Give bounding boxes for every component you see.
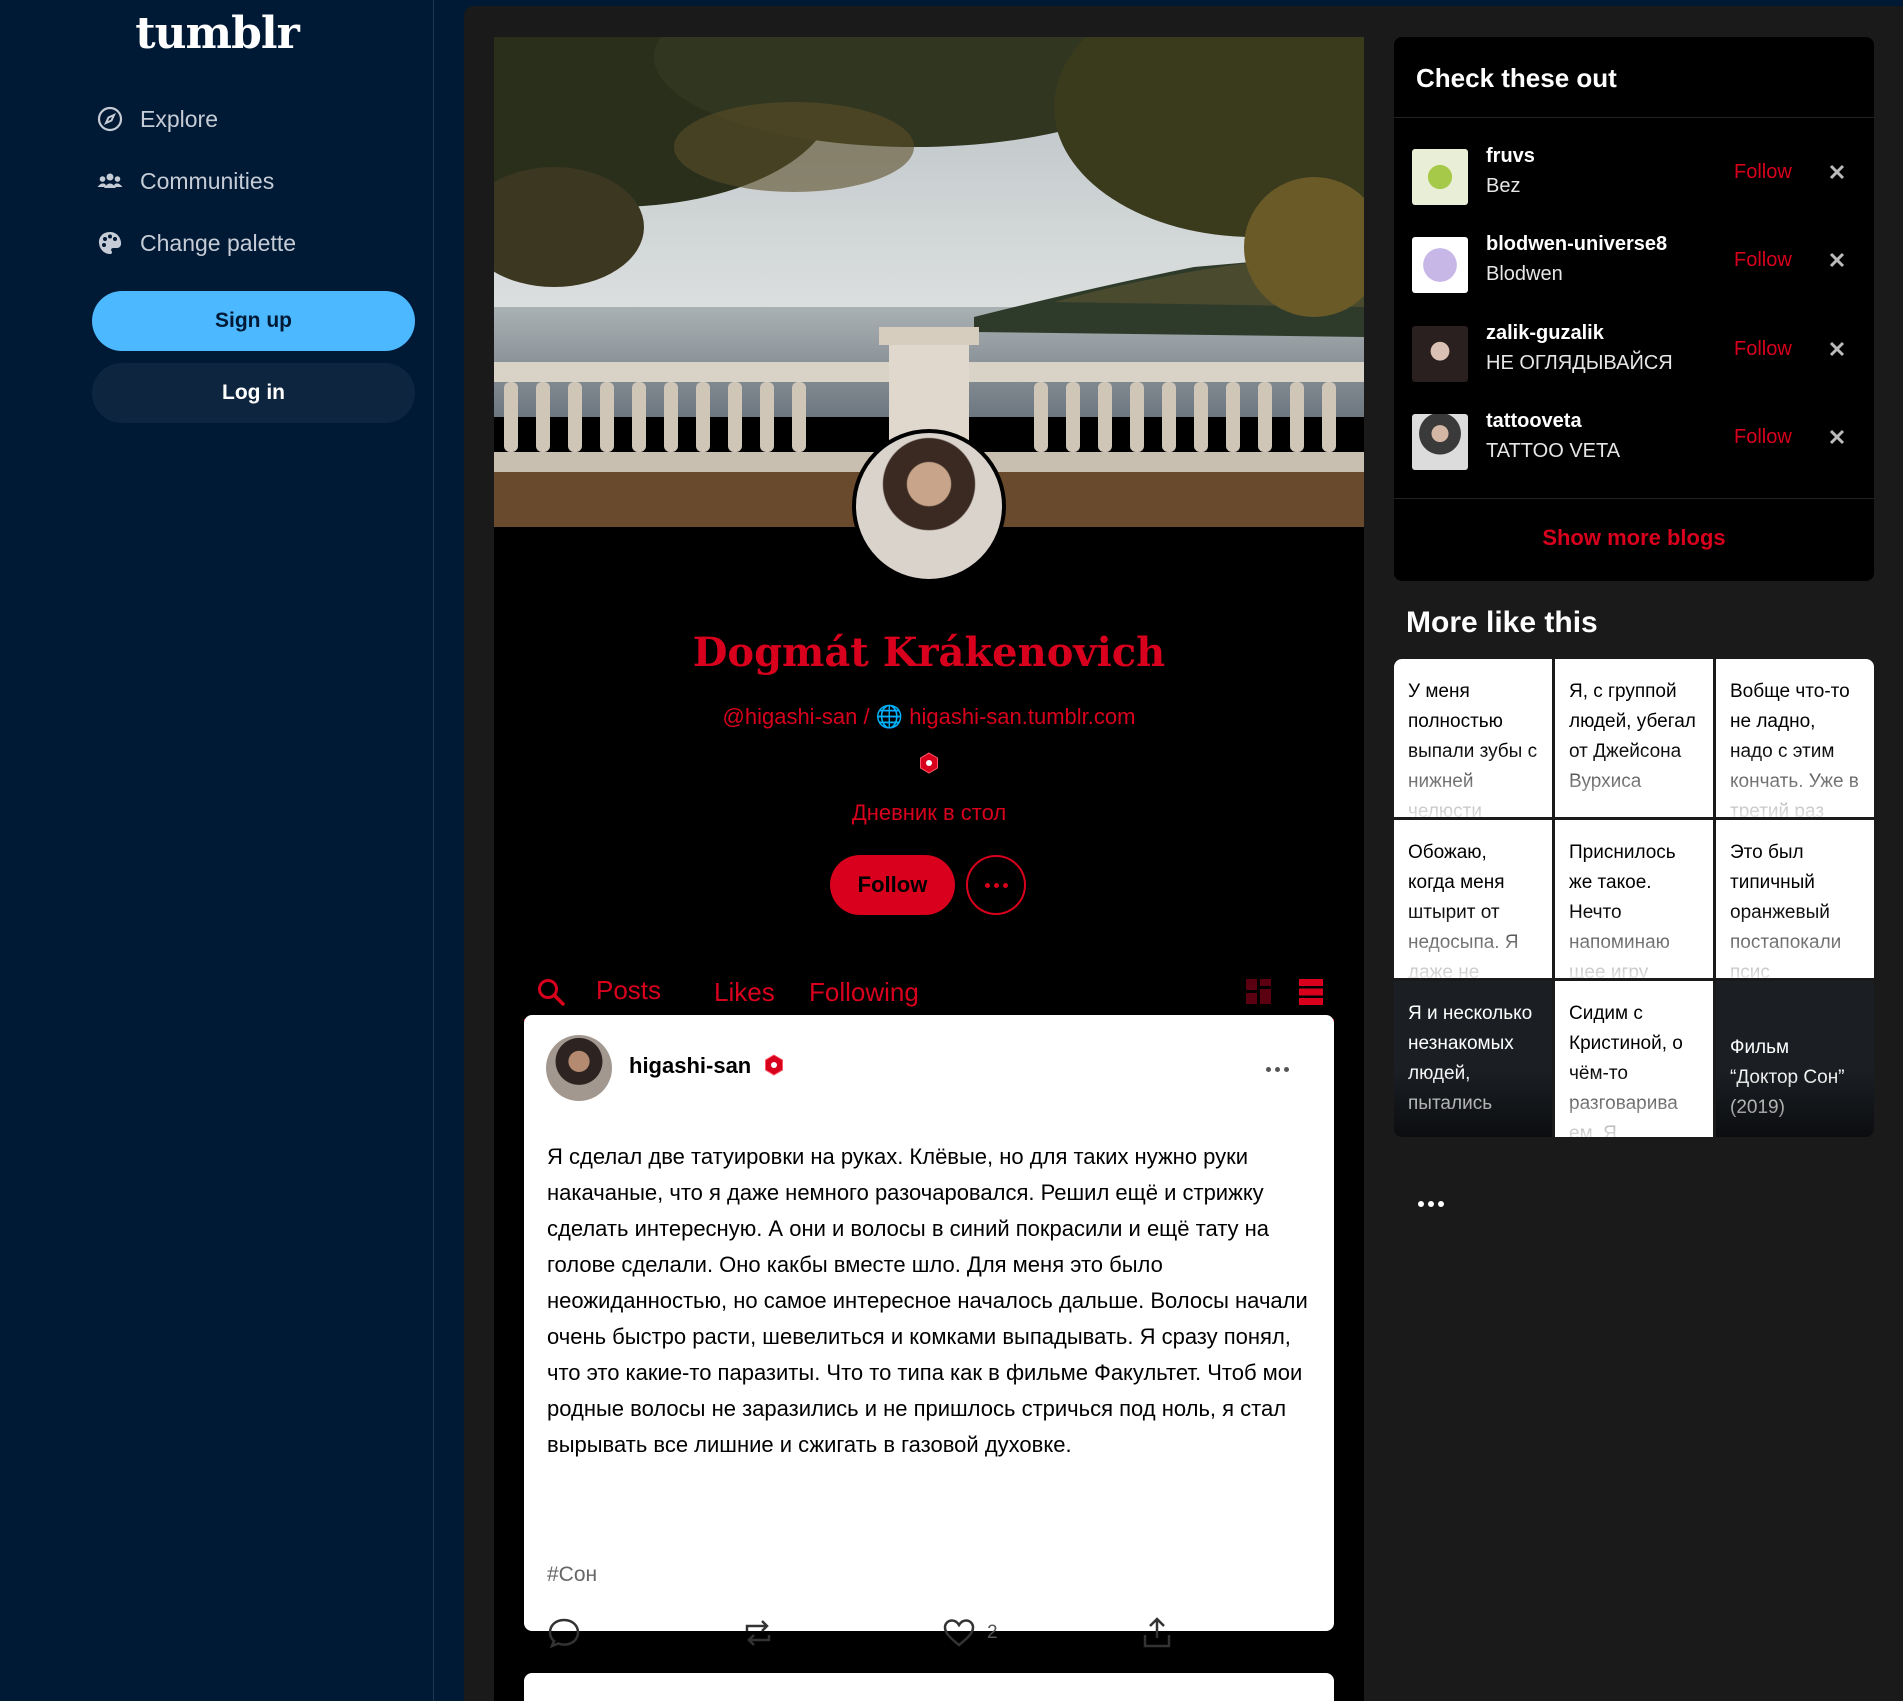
tab-following[interactable]: Following — [809, 965, 919, 1019]
blog-url-link[interactable]: higashi-san.tumblr.com — [909, 704, 1135, 729]
blog-tabs: Posts Likes Following — [524, 965, 1334, 1021]
more-like-this-title: More like this — [1406, 606, 1598, 639]
close-icon[interactable] — [1828, 340, 1846, 358]
follow-recommended-button[interactable]: Follow — [1734, 161, 1792, 184]
close-icon[interactable] — [1828, 251, 1846, 269]
comment-icon — [548, 1618, 580, 1649]
recommended-blog-name[interactable]: blodwen-universe8 — [1486, 233, 1667, 256]
post-card: higashi-san Я сделал две татуировки на р… — [524, 1015, 1334, 1649]
recommended-post-tile[interactable]: Обожаю, когда меня штырит от недосыпа. Я… — [1394, 820, 1552, 978]
tile-text: Это был типичный оранжевый постапокали п… — [1730, 842, 1842, 978]
recommended-post-tile[interactable]: Сидим с Кристиной, о чём-то разговарива … — [1555, 981, 1713, 1137]
tile-text: Приснилось же такое. Нечто напоминаю щее… — [1569, 842, 1676, 978]
blog-description: Дневник в стол — [851, 800, 1007, 825]
tile-text: Я, с группой людей, убегал от Джейсона В… — [1569, 681, 1696, 792]
sidebar-item-explore[interactable]: Explore — [96, 101, 218, 137]
share-icon — [1143, 1617, 1171, 1648]
recommended-blog-row[interactable]: tattooveta TATTOO VETA Follow — [1394, 408, 1874, 492]
sidebar: tumblr Explore Communities Change palett… — [0, 0, 434, 1701]
recommended-blog-avatar[interactable] — [1412, 149, 1468, 205]
close-icon[interactable] — [1828, 163, 1846, 181]
search-icon[interactable] — [536, 977, 566, 1007]
like-button[interactable]: 2 — [941, 1615, 998, 1651]
heart-icon — [943, 1619, 975, 1647]
recommended-blog-row[interactable]: zalik-guzalik НЕ ОГЛЯДЫВАЙСЯ Follow — [1394, 320, 1874, 404]
post-body-text: Я сделал две татуировки на руках. Клёвые… — [547, 1144, 1308, 1457]
recommended-blog-avatar[interactable] — [1412, 414, 1468, 470]
close-icon[interactable] — [1828, 428, 1846, 446]
divider — [1394, 498, 1874, 499]
sidebar-item-label: Change palette — [140, 229, 297, 256]
post-tag[interactable]: #Сон — [547, 1563, 597, 1587]
blog-view: Dogmát Krákenovich @higashi-san / 🌐 higa… — [494, 37, 1364, 1701]
tile-text: У меня полностью выпали зубы с нижней че… — [1408, 681, 1538, 817]
post-author-name[interactable]: higashi-san — [629, 1053, 751, 1079]
follow-recommended-button[interactable]: Follow — [1734, 338, 1792, 361]
recommended-post-tile[interactable]: Я, с группой людей, убегал от Джейсона В… — [1555, 659, 1713, 817]
url-separator: / — [857, 704, 876, 729]
tile-text: Фильм “Доктор Сон” (2019) — [1730, 1037, 1845, 1118]
sidebar-item-label: Explore — [140, 105, 218, 132]
recommended-post-tile[interactable]: Вобще что-то не ладно, надо с этим конча… — [1716, 659, 1874, 817]
recommended-blog-title: TATTOO VETA — [1486, 440, 1621, 462]
follow-recommended-button[interactable]: Follow — [1734, 426, 1792, 449]
tile-text: Сидим с Кристиной, о чём-то разговарива … — [1569, 1003, 1683, 1137]
recommended-post-tile[interactable]: Это был типичный оранжевый постапокали п… — [1716, 820, 1874, 978]
grid-view-icon[interactable] — [1244, 977, 1274, 1007]
follow-blog-button[interactable]: Follow — [830, 855, 955, 915]
blog-url-line: @higashi-san / 🌐 higashi-san.tumblr.com — [494, 704, 1364, 730]
check-these-out-title: Check these out — [1416, 63, 1617, 93]
sign-up-button[interactable]: Sign up — [92, 291, 415, 351]
more-like-this-grid: У меня полностью выпали зубы с нижней че… — [1394, 659, 1874, 1137]
log-in-button[interactable]: Log in — [92, 363, 415, 423]
list-view-icon[interactable] — [1296, 977, 1326, 1007]
recommended-blog-title: НЕ ОГЛЯДЫВАЙСЯ — [1486, 352, 1673, 374]
show-more-blogs-button[interactable]: Show more blogs — [1394, 525, 1874, 551]
more-options-icon[interactable] — [1416, 1194, 1446, 1212]
tile-text: Обожаю, когда меня штырит от недосыпа. Я… — [1408, 842, 1519, 978]
recommended-blog-title: Bez — [1486, 175, 1521, 197]
tile-text: Вобще что-то не ладно, надо с этим конча… — [1730, 681, 1859, 817]
divider — [1394, 117, 1874, 118]
recommended-blog-title: Blodwen — [1486, 263, 1563, 285]
recommended-post-tile[interactable]: Фильм “Доктор Сон” (2019) — [1716, 981, 1874, 1137]
sidebar-item-label: Communities — [140, 167, 275, 194]
recommended-post-tile[interactable]: У меня полностью выпали зубы с нижней че… — [1394, 659, 1552, 817]
share-button[interactable] — [1139, 1615, 1175, 1651]
recommended-blog-name[interactable]: fruvs — [1486, 145, 1535, 168]
reply-button[interactable] — [546, 1615, 582, 1651]
globe-icon: 🌐 — [875, 704, 904, 729]
recommended-blog-avatar[interactable] — [1412, 326, 1468, 382]
post-more-options-button[interactable] — [1264, 1059, 1291, 1077]
recommended-post-tile[interactable]: Я и несколько незнакомых людей, пытались — [1394, 981, 1552, 1137]
blog-title: Dogmát Krákenovich — [692, 629, 1166, 676]
blog-avatar[interactable] — [852, 429, 1006, 583]
recommended-blog-name[interactable]: tattooveta — [1486, 410, 1582, 433]
tumblr-logo[interactable]: tumblr — [0, 8, 434, 59]
blog-handle[interactable]: @higashi-san — [723, 704, 858, 729]
sidebar-item-communities[interactable]: Communities — [96, 163, 274, 199]
badge-icon — [920, 752, 938, 774]
tab-likes[interactable]: Likes — [714, 965, 775, 1019]
post-author-avatar[interactable] — [546, 1035, 612, 1101]
compass-icon — [97, 106, 123, 132]
sidebar-item-change-palette[interactable]: Change palette — [96, 225, 296, 261]
recommended-blog-avatar[interactable] — [1412, 237, 1468, 293]
badge-icon — [765, 1054, 783, 1076]
people-icon — [97, 173, 123, 188]
recommended-blog-name[interactable]: zalik-guzalik — [1486, 322, 1604, 345]
recommended-blog-row[interactable]: fruvs Bez Follow — [1394, 143, 1874, 227]
reblog-icon — [745, 1620, 771, 1646]
recommended-post-tile[interactable]: Приснилось же такое. Нечто напоминаю щее… — [1555, 820, 1713, 978]
reblog-button[interactable] — [740, 1615, 776, 1651]
recommended-blog-row[interactable]: blodwen-universe8 Blodwen Follow — [1394, 231, 1874, 315]
likes-count: 2 — [987, 1622, 998, 1643]
follow-recommended-button[interactable]: Follow — [1734, 249, 1792, 272]
tile-text: Я и несколько незнакомых людей, пытались — [1408, 1003, 1533, 1114]
blog-more-options-button[interactable] — [966, 855, 1026, 915]
check-these-out-panel: Check these out fruvs Bez Follow blodwen… — [1394, 37, 1874, 581]
palette-icon — [98, 232, 122, 254]
tab-posts[interactable]: Posts — [578, 965, 680, 1019]
next-post-card — [524, 1673, 1334, 1701]
